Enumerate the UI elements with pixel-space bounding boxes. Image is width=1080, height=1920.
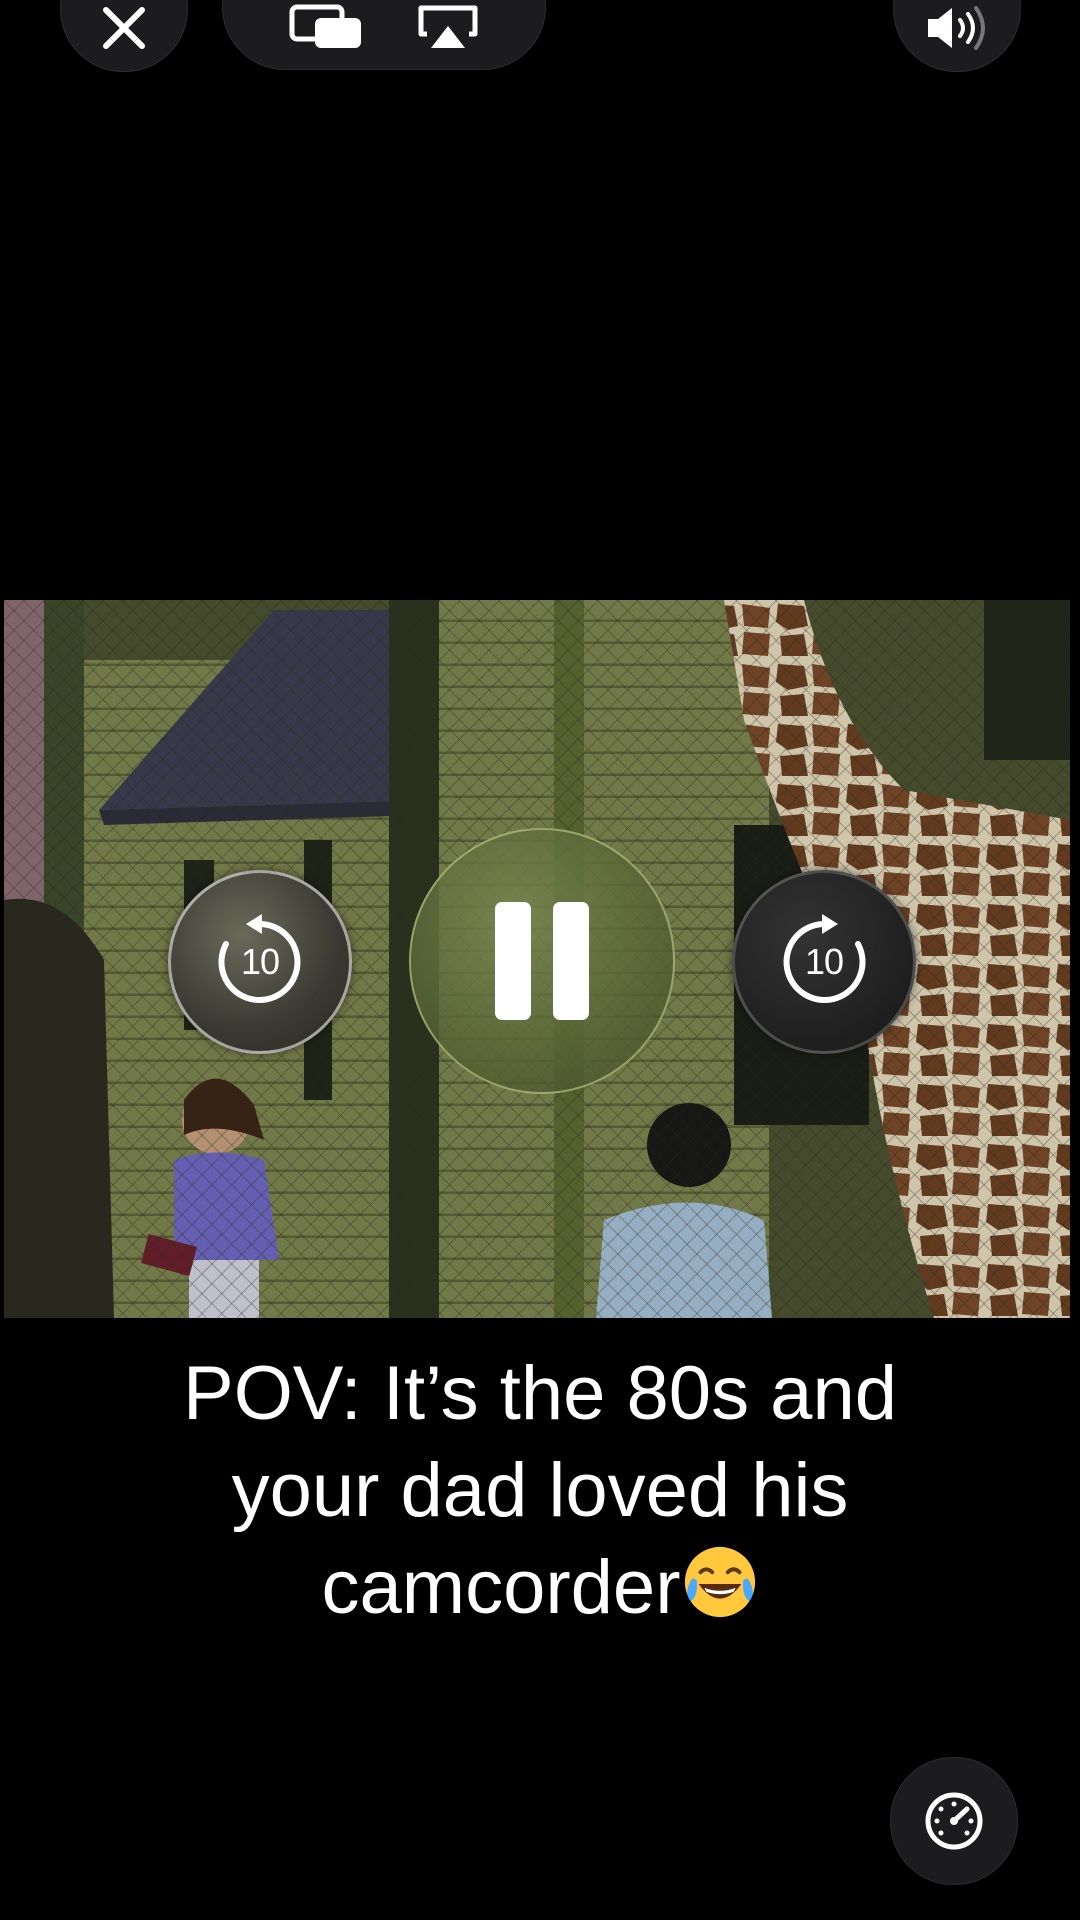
picture-in-picture-icon bbox=[289, 4, 361, 48]
pause-button[interactable] bbox=[409, 828, 675, 1094]
airplay-button[interactable] bbox=[417, 0, 479, 50]
skip-back-button[interactable]: 10 bbox=[168, 870, 352, 1054]
picture-in-picture-button[interactable] bbox=[289, 0, 365, 50]
skip-forward-button[interactable]: 10 bbox=[732, 870, 916, 1054]
video-caption: POV: It’s the 80s and your dad loved his… bbox=[60, 1345, 1020, 1636]
pip-airplay-group bbox=[222, 0, 546, 70]
volume-button[interactable] bbox=[893, 0, 1021, 72]
playback-speed-button[interactable] bbox=[890, 1757, 1018, 1885]
caption-line-1: POV: It’s the 80s and bbox=[183, 1351, 897, 1436]
airplay-icon bbox=[418, 5, 478, 48]
pause-icon bbox=[484, 902, 600, 1020]
speaker-volume-icon bbox=[928, 6, 985, 50]
skip-forward-seconds: 10 bbox=[804, 941, 844, 982]
speedometer-icon bbox=[925, 1792, 983, 1850]
caption-line-3: camcorder bbox=[60, 1539, 1020, 1636]
face-with-tears-of-joy-icon bbox=[684, 1546, 755, 1618]
video-player-screen: 10 10 POV: It’s the 80s and your dad lov… bbox=[0, 0, 1080, 1920]
caption-line-2: your dad loved his bbox=[231, 1448, 849, 1533]
caption-line-3-text: camcorder bbox=[321, 1545, 681, 1630]
close-icon bbox=[103, 7, 145, 49]
skip-back-seconds: 10 bbox=[240, 941, 280, 982]
close-button[interactable] bbox=[60, 0, 188, 72]
